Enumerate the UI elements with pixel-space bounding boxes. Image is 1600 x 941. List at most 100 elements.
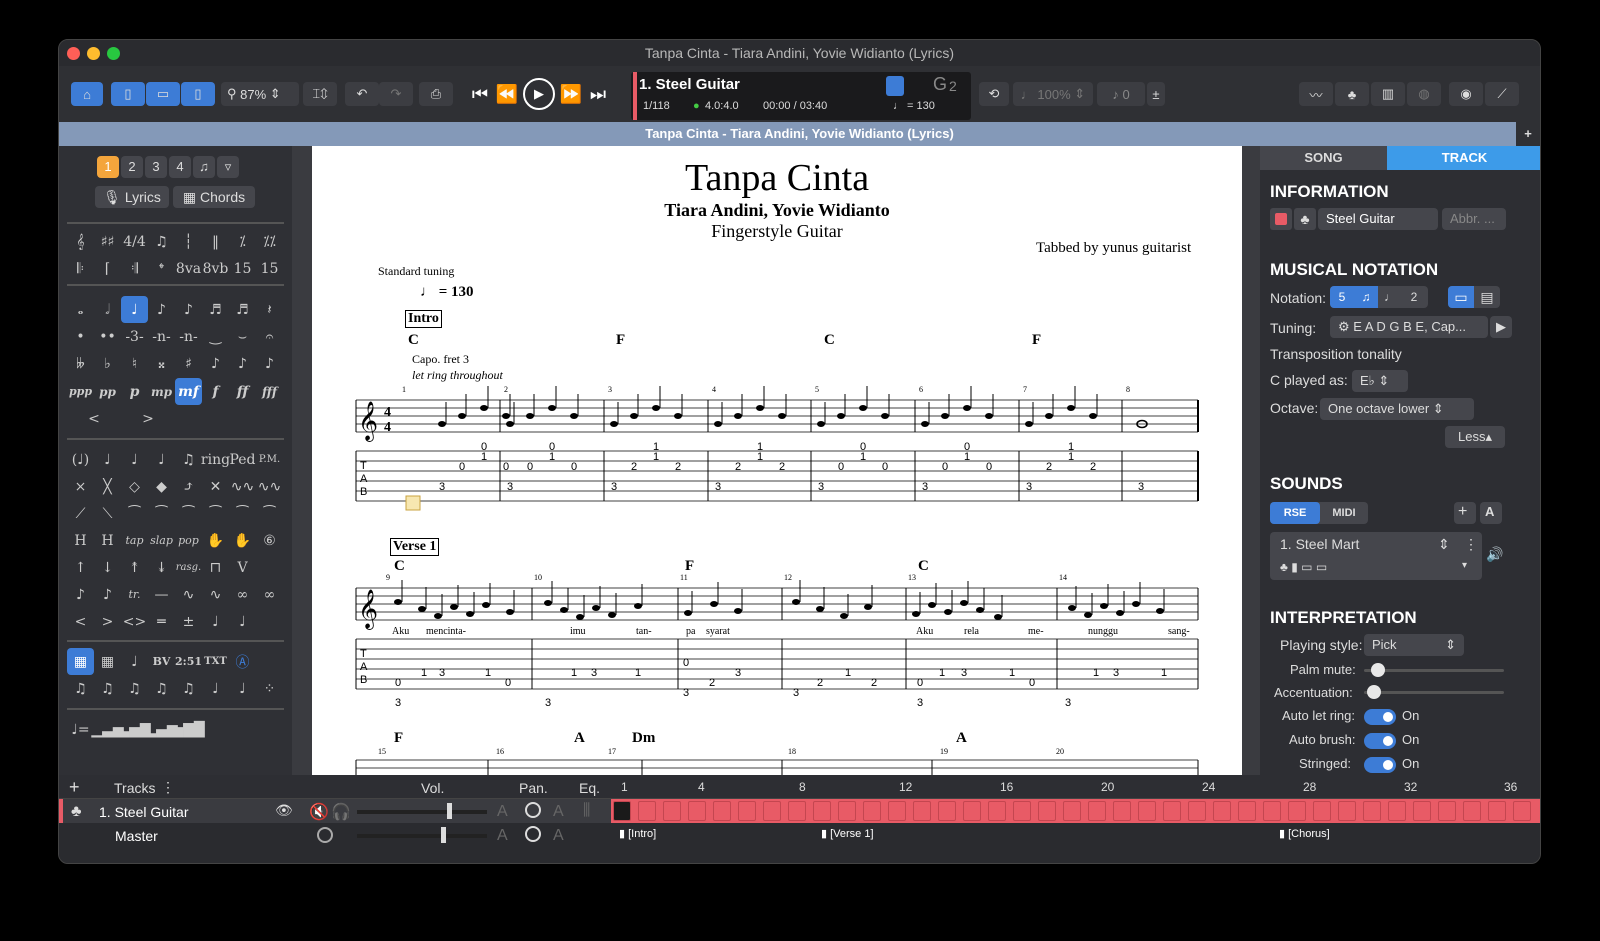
rest-icon[interactable]: 𝄽 (256, 296, 283, 323)
stem-up-icon[interactable]: ♩ (202, 675, 229, 702)
grace-before-icon[interactable]: ♪ (202, 350, 229, 377)
voice-1-button[interactable]: 1 (97, 156, 119, 178)
pan-knob[interactable] (525, 802, 541, 818)
triplet-feel-icon[interactable]: ♫ (148, 228, 175, 255)
hopo-icon[interactable]: H (67, 527, 94, 554)
octave-select[interactable]: One octave lower ⇕ (1320, 398, 1474, 420)
timeline-bar[interactable] (1438, 801, 1456, 821)
let-ring-icon[interactable]: ring (201, 446, 230, 473)
ottava-bassa-icon[interactable]: 8vb (202, 255, 229, 282)
dead-note-icon[interactable]: × (67, 473, 94, 500)
drum-view-button[interactable]: ◍ (1407, 82, 1441, 106)
dynamic-f[interactable]: f (202, 378, 229, 405)
quarter-note-icon[interactable]: ♩ (121, 296, 148, 323)
pizz-icon[interactable]: ♩ (229, 608, 256, 635)
tuplet-icon[interactable]: -3- (121, 323, 148, 350)
lcd-track-name[interactable]: 1. Steel Guitar (639, 76, 740, 93)
accentuation-knob[interactable] (1366, 685, 1381, 699)
master-pan-automation-icon[interactable]: A (553, 827, 564, 845)
grace-after-icon[interactable]: ♪ (256, 350, 283, 377)
timeline-bar[interactable] (1088, 801, 1106, 821)
volume-automation-icon[interactable]: ▃▅▇ (118, 716, 150, 743)
add-track-button[interactable]: + (69, 777, 80, 798)
timeline-bar[interactable] (838, 801, 856, 821)
dot-icon[interactable]: • (67, 323, 94, 350)
flat-icon[interactable]: ♭ (94, 350, 121, 377)
playing-style-select[interactable]: Pick ⇕ (1364, 634, 1464, 656)
timeline-bar[interactable] (938, 801, 956, 821)
trill-icon[interactable]: ⁀ (256, 500, 283, 527)
time-signature-icon[interactable]: 4/4 (121, 228, 148, 255)
fermata-icon[interactable]: 𝄐 (256, 323, 283, 350)
section-marker[interactable]: ▮ [Verse 1] (821, 827, 874, 840)
midi-toggle[interactable]: MIDI (1320, 502, 1368, 524)
tremolo-bar-icon[interactable]: ∞ (229, 581, 256, 608)
repeat-bar-icon[interactable]: ⁒ (229, 228, 256, 255)
master-volume-automation-icon[interactable]: A (497, 827, 508, 845)
timeline-bar[interactable] (913, 801, 931, 821)
bend-icon[interactable]: ⤴ (175, 473, 202, 500)
tenuto-line-icon[interactable]: ═ (148, 608, 175, 635)
pull-off-icon[interactable]: ⁀ (202, 500, 229, 527)
timeline-bar[interactable] (1188, 801, 1206, 821)
tremolo-icon[interactable]: ♪ (94, 581, 121, 608)
slash-notation-toggle[interactable]: ♩ (1378, 286, 1402, 308)
timeline-bar[interactable] (1513, 801, 1531, 821)
stroke-down-icon[interactable]: ⊓ (202, 554, 229, 581)
beam-break-icon[interactable]: ♫ (121, 675, 148, 702)
barre-icon[interactable]: BV (148, 648, 175, 675)
natural-icon[interactable]: ♮ (121, 350, 148, 377)
speaker-icon[interactable]: 🔊 (1486, 546, 1503, 563)
bottom-panel-button[interactable]: ▭ (146, 82, 180, 106)
rewind-button[interactable]: ⏪ (495, 82, 519, 106)
dynamic-pp[interactable]: pp (94, 378, 121, 405)
timeline-bar[interactable] (1338, 801, 1356, 821)
loop-fx-icon[interactable]: ∞ (256, 581, 283, 608)
timeline-bar[interactable] (1063, 801, 1081, 821)
timeline-bar[interactable] (1413, 801, 1431, 821)
string-number-icon[interactable]: ⑥ (256, 527, 283, 554)
timeline-bar[interactable] (713, 801, 731, 821)
loop-button[interactable]: ⟲ (979, 82, 1009, 106)
voice-4-button[interactable]: 4 (169, 156, 191, 178)
alternate-ending-icon[interactable]: ⌈ (94, 255, 121, 282)
beam-icon[interactable]: ♫ (94, 675, 121, 702)
timeline-bar[interactable] (1288, 801, 1306, 821)
timeline-bar[interactable] (1313, 801, 1331, 821)
single-staff-toggle[interactable]: ▭ (1448, 286, 1474, 308)
pick-down-icon[interactable]: ↓ (94, 554, 121, 581)
tuplet-n-icon[interactable]: -n- (175, 323, 202, 350)
brush-up-icon[interactable]: ↟ (121, 554, 148, 581)
auto-stem-icon[interactable]: ♫ (175, 675, 202, 702)
add-document-button[interactable]: + (1516, 122, 1540, 146)
timeline-bar[interactable] (1463, 801, 1481, 821)
standard-notation-toggle[interactable]: 5 (1330, 286, 1354, 308)
grace-on-icon[interactable]: ♪ (229, 350, 256, 377)
accent-right-icon[interactable]: > (94, 608, 121, 635)
wah-icon[interactable]: ∿ (202, 581, 229, 608)
dynamic-mp[interactable]: mp (148, 378, 175, 405)
home-button[interactable]: ⌂ (71, 82, 103, 106)
sound-chain-dropdown[interactable]: ▾ (1462, 560, 1467, 571)
staccato-icon[interactable]: ♩ (148, 446, 175, 473)
fade-icon[interactable]: — (148, 581, 175, 608)
rse-toggle[interactable]: RSE (1270, 502, 1320, 524)
track-abbr-field[interactable]: Abbr. ... (1442, 208, 1506, 230)
timeline-bar[interactable] (688, 801, 706, 821)
volume-handle[interactable] (447, 803, 452, 819)
c-played-select[interactable]: E♭ ⇕ (1352, 370, 1408, 392)
key-signature-icon[interactable]: ♯♯ (94, 228, 121, 255)
sound-menu-button[interactable]: ⋮ (1464, 536, 1478, 553)
bar-dotted-icon[interactable]: ┆ (175, 228, 202, 255)
text-icon[interactable]: TXT (202, 648, 229, 675)
timeline-bar[interactable] (1013, 801, 1031, 821)
lyrics-button[interactable]: 🎙 Lyrics (95, 186, 169, 208)
double-dot-icon[interactable]: •• (94, 323, 121, 350)
tenuto-icon[interactable]: ♫ (175, 446, 202, 473)
ottava-icon[interactable]: 8va (175, 255, 202, 282)
repeat-close-icon[interactable]: 𝄇 (121, 255, 148, 282)
crescendo-icon[interactable]: < (67, 405, 121, 432)
annotation-icon[interactable]: Ⓐ (229, 648, 256, 675)
timeline-bar[interactable] (763, 801, 781, 821)
minimize-button[interactable] (87, 47, 100, 60)
